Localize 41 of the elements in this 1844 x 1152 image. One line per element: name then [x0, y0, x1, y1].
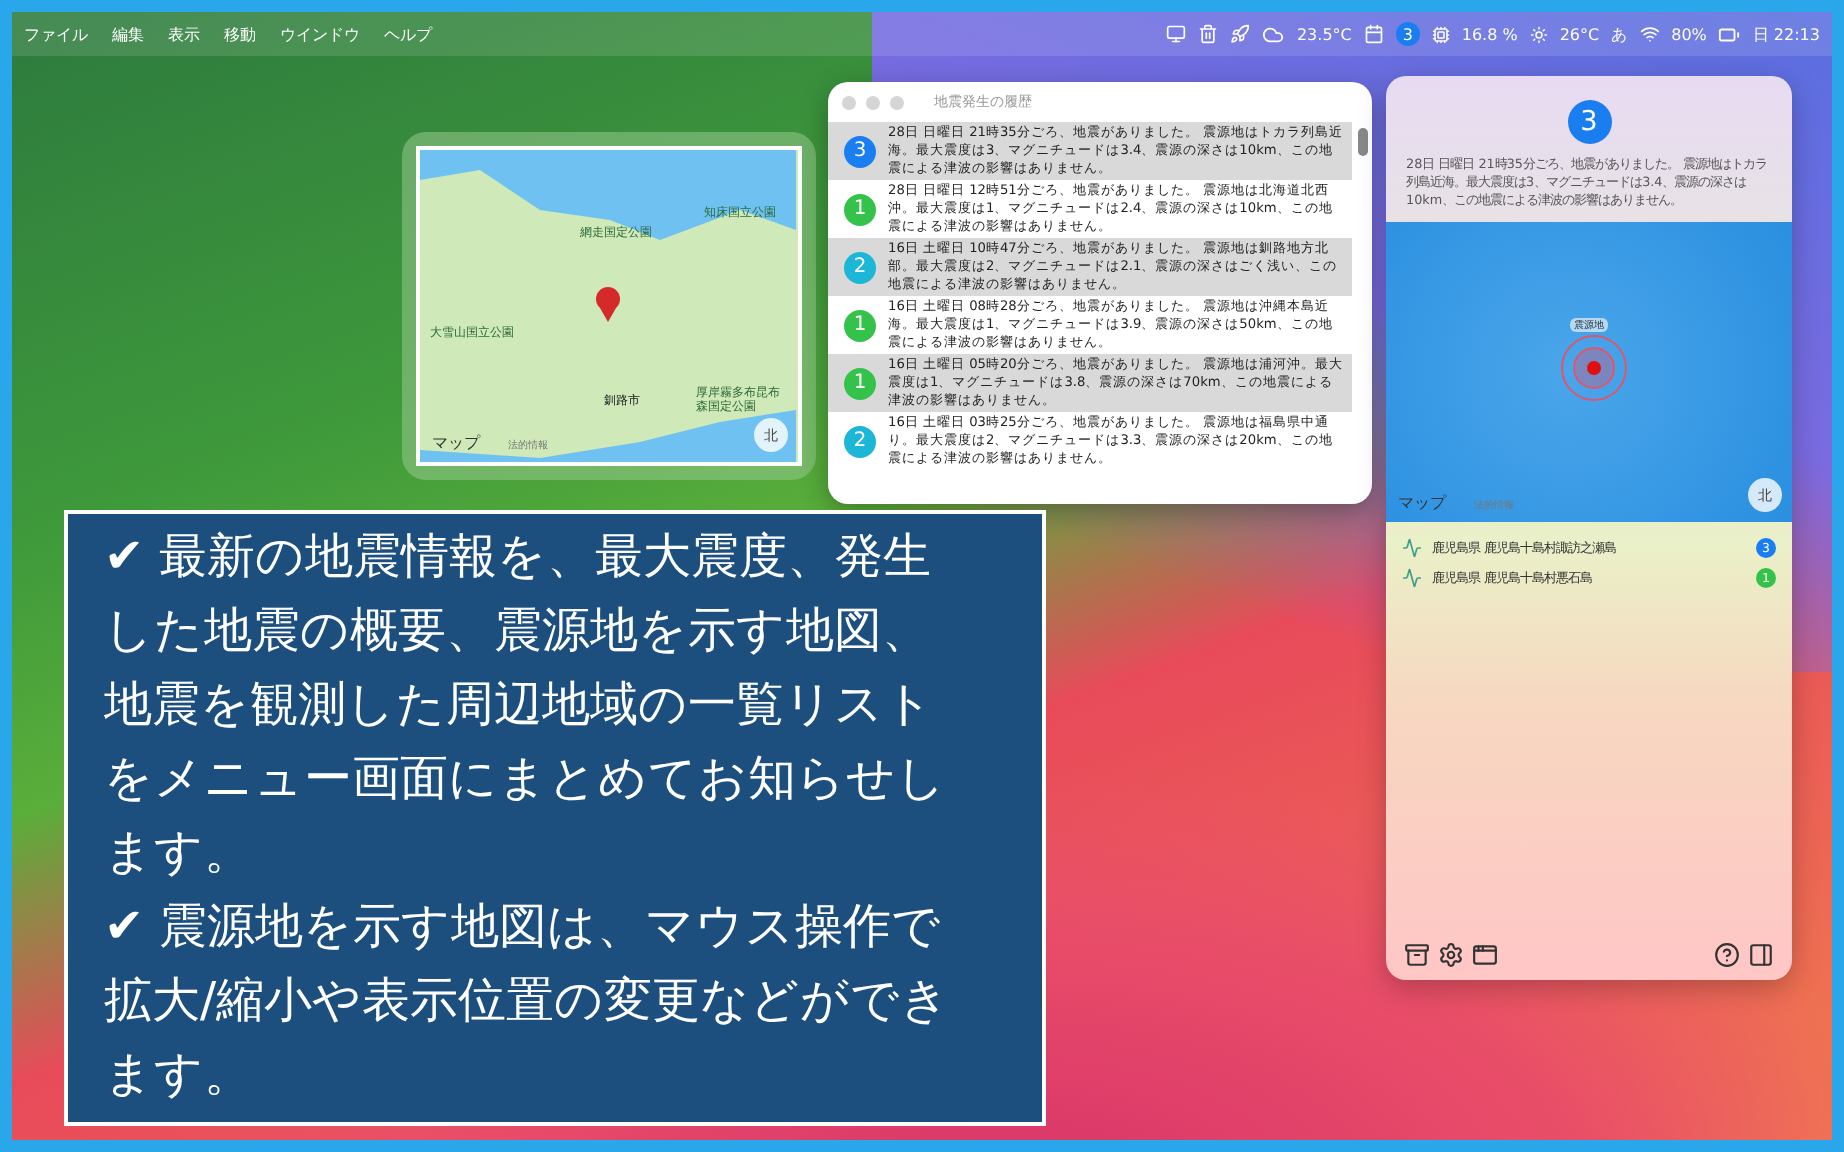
map-pin-icon [594, 286, 622, 322]
epicenter-marker-icon [1560, 334, 1628, 402]
intensity-badge: 3 [844, 135, 876, 167]
window-button[interactable] [1472, 942, 1498, 968]
input-method[interactable]: あ [1611, 23, 1628, 45]
maps-brand: マップ [432, 432, 480, 454]
menu-item[interactable]: 移動 [224, 23, 256, 45]
menu-item[interactable]: ヘルプ [384, 23, 432, 45]
help-button[interactable] [1714, 942, 1740, 968]
intensity-badge: 2 [844, 251, 876, 283]
intensity-badge[interactable]: 3 [1395, 22, 1420, 46]
menu-item[interactable]: 表示 [168, 23, 200, 45]
battery-percent[interactable]: 80% [1671, 25, 1707, 43]
cpu-usage-text[interactable]: 16.8 % [1461, 25, 1518, 43]
battery-icon[interactable] [1718, 23, 1741, 45]
sidebar-button[interactable] [1748, 942, 1774, 968]
maps-brand: マップ [1398, 492, 1446, 514]
menu-item[interactable]: ウインドウ [280, 23, 360, 45]
rocket-icon[interactable] [1230, 24, 1251, 44]
calendar-icon[interactable] [1363, 24, 1384, 44]
trash-icon[interactable] [1198, 24, 1219, 44]
settings-button[interactable] [1438, 942, 1464, 968]
menu-clock[interactable]: 日 22:13 [1752, 23, 1820, 45]
menu-item[interactable]: 編集 [112, 23, 144, 45]
caption-text: ✔ 最新の地震情報を、最大震度、発生した地震の概要、震源地を示す地図、地震を観測した周辺地域の一覧リストをメニュー画面にまとめてお知らせします。 [104, 526, 948, 884]
cpu-icon[interactable] [1431, 25, 1450, 43]
wifi-icon[interactable] [1639, 24, 1660, 44]
caption-text: ✔ 震源地を示す地図は、マウス操作で拡大/縮小や表示位置の変更などができます。 [104, 896, 953, 1106]
intensity-badge: 1 [844, 367, 876, 399]
cloud-icon[interactable] [1262, 23, 1285, 45]
intensity-badge: 1 [844, 309, 876, 341]
temperature-text[interactable]: 23.5°C [1296, 25, 1352, 43]
archive-button[interactable] [1404, 942, 1430, 968]
monitor-icon[interactable] [1166, 24, 1187, 44]
scroll-thumb[interactable] [1358, 128, 1368, 156]
menu-item[interactable]: ファイル [24, 23, 88, 45]
sun-icon[interactable] [1529, 25, 1548, 43]
intensity-badge: 2 [844, 425, 876, 457]
intensity-badge: 3 [1567, 100, 1611, 144]
weather-text[interactable]: 26°C [1559, 25, 1600, 43]
intensity-badge: 1 [844, 193, 876, 225]
